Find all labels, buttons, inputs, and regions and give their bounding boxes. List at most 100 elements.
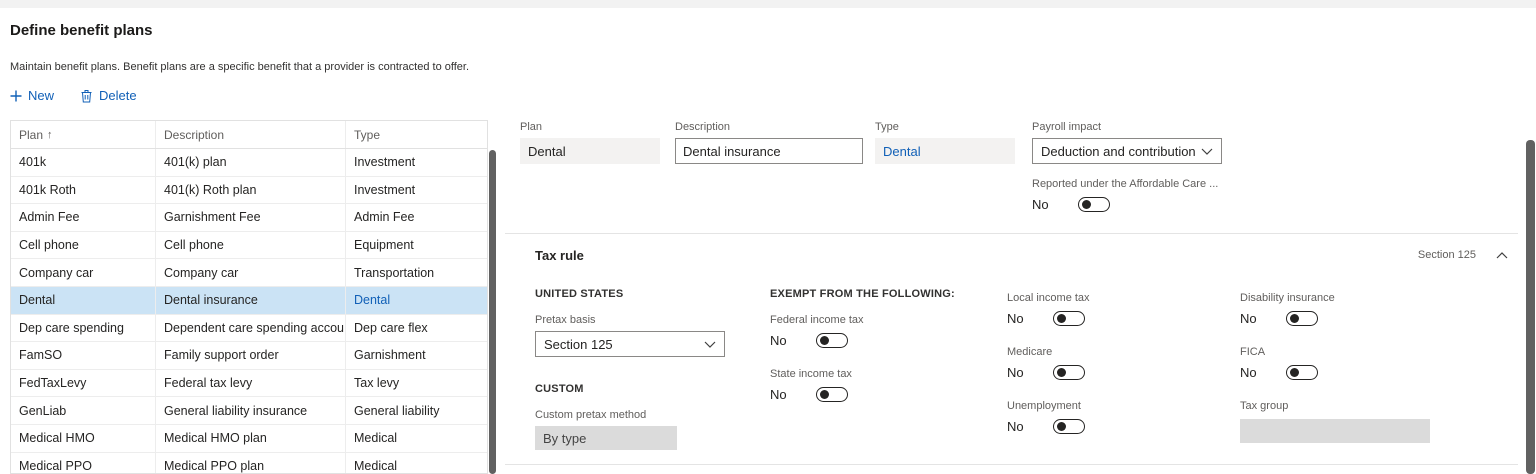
grid-scrollbar-thumb[interactable] bbox=[489, 150, 496, 474]
cell-type: Garnishment bbox=[354, 348, 426, 363]
table-row-selected[interactable]: Dental Dental insurance Dental bbox=[11, 286, 487, 315]
aca-toggle-value: No bbox=[1032, 197, 1049, 212]
federal-income-tax-toggle[interactable] bbox=[816, 333, 848, 348]
cell-description: 401(k) plan bbox=[156, 149, 346, 176]
payroll-impact-field: Payroll impact Deduction and contributio… bbox=[1032, 121, 1222, 164]
cell-type: Investment bbox=[354, 155, 416, 170]
table-row[interactable]: FamSO Family support order Garnishment bbox=[11, 342, 487, 370]
cell-plan: Medical HMO bbox=[11, 424, 156, 452]
description-field-label: Description bbox=[675, 121, 731, 133]
unemployment-item: Unemployment No bbox=[1007, 400, 1197, 434]
cell-description: Federal tax levy bbox=[156, 369, 346, 397]
type-field: Type Dental bbox=[875, 121, 1015, 164]
pretax-basis-label: Pretax basis bbox=[535, 314, 596, 326]
column-header-type[interactable]: Type bbox=[346, 121, 487, 148]
disability-insurance-toggle[interactable] bbox=[1286, 311, 1318, 326]
description-input[interactable] bbox=[675, 138, 863, 164]
column-header-type-label: Type bbox=[354, 127, 381, 142]
table-row[interactable]: Company car Company car Transportation bbox=[11, 259, 487, 287]
page-subtitle: Maintain benefit plans. Benefit plans ar… bbox=[10, 61, 470, 73]
state-income-tax-toggle[interactable] bbox=[816, 387, 848, 402]
cell-type: Equipment bbox=[354, 238, 414, 253]
medicare-label: Medicare bbox=[1007, 346, 1053, 358]
unemployment-value: No bbox=[1007, 419, 1024, 434]
table-row[interactable]: Dep care spending Dependent care spendin… bbox=[11, 314, 487, 343]
table-row[interactable]: FedTaxLevy Federal tax levy Tax levy bbox=[11, 369, 487, 398]
benefit-plans-grid: Plan ↑ Description Type 401k 401(k) plan… bbox=[10, 120, 488, 474]
collapse-section-button[interactable] bbox=[1496, 251, 1508, 259]
plus-icon bbox=[10, 90, 22, 101]
tax-group-input bbox=[1240, 419, 1430, 443]
cell-description: Dental insurance bbox=[156, 286, 346, 314]
toggle-knob bbox=[1290, 314, 1299, 323]
table-row[interactable]: Medical HMO Medical HMO plan Medical bbox=[11, 424, 487, 453]
cell-type: Medical bbox=[354, 458, 398, 473]
cell-type: Admin Fee bbox=[354, 210, 415, 225]
type-field-label: Type bbox=[875, 121, 899, 133]
disability-insurance-value: No bbox=[1240, 311, 1257, 326]
toggle-knob bbox=[820, 390, 829, 399]
toggle-knob bbox=[820, 336, 829, 345]
top-strip bbox=[0, 0, 1536, 8]
table-row[interactable]: 401k 401(k) plan Investment bbox=[11, 149, 487, 177]
pretax-basis-select[interactable]: Section 125 bbox=[535, 331, 725, 357]
cell-description: Company car bbox=[156, 259, 346, 286]
cell-plan: Medical PPO bbox=[11, 452, 156, 473]
state-income-tax-value: No bbox=[770, 387, 787, 402]
payroll-impact-select[interactable]: Deduction and contribution bbox=[1032, 138, 1222, 164]
table-row[interactable]: 401k Roth 401(k) Roth plan Investment bbox=[11, 176, 487, 205]
disability-insurance-item: Disability insurance No bbox=[1240, 292, 1430, 326]
plan-input[interactable]: Dental bbox=[520, 138, 660, 164]
medicare-toggle[interactable] bbox=[1053, 365, 1085, 380]
cell-plan: Dental bbox=[11, 286, 156, 314]
tax-rule-column-3: Local income tax No Medicare No Unemploy… bbox=[1007, 292, 1197, 454]
delete-button[interactable]: Delete bbox=[80, 88, 137, 103]
column-header-description-label: Description bbox=[164, 127, 225, 142]
fica-toggle[interactable] bbox=[1286, 365, 1318, 380]
aca-field: Reported under the Affordable Care ... N… bbox=[1032, 178, 1272, 212]
cell-type: Dental bbox=[354, 293, 391, 308]
exempt-heading: EXEMPT FROM THE FOLLOWING: bbox=[770, 288, 955, 300]
payroll-impact-label: Payroll impact bbox=[1032, 121, 1102, 133]
table-row[interactable]: Admin Fee Garnishment Fee Admin Fee bbox=[11, 204, 487, 232]
cell-type: Investment bbox=[354, 182, 416, 197]
column-header-plan[interactable]: Plan ↑ bbox=[11, 121, 156, 148]
united-states-heading: UNITED STATES bbox=[535, 288, 624, 300]
delete-button-label: Delete bbox=[99, 88, 137, 103]
unemployment-toggle[interactable] bbox=[1053, 419, 1085, 434]
column-header-description[interactable]: Description bbox=[156, 121, 346, 148]
custom-pretax-method-input: By type bbox=[535, 426, 677, 450]
aca-label: Reported under the Affordable Care ... bbox=[1032, 178, 1219, 190]
tax-rule-title: Tax rule bbox=[535, 247, 584, 263]
aca-toggle[interactable] bbox=[1078, 197, 1110, 212]
cell-description: Medical HMO plan bbox=[156, 424, 346, 452]
grid-header-row: Plan ↑ Description Type bbox=[11, 121, 487, 149]
chevron-up-icon bbox=[1496, 251, 1508, 258]
fica-value: No bbox=[1240, 365, 1257, 380]
cell-plan: FedTaxLevy bbox=[11, 369, 156, 397]
cell-plan: Company car bbox=[11, 259, 156, 286]
description-field: Description bbox=[675, 121, 863, 164]
page-scrollbar-thumb[interactable] bbox=[1526, 140, 1535, 474]
cell-type: Medical bbox=[354, 431, 398, 446]
new-button[interactable]: New bbox=[10, 88, 54, 103]
section-divider bbox=[505, 464, 1518, 465]
payroll-impact-value: Deduction and contribution bbox=[1041, 143, 1196, 159]
table-row[interactable]: Cell phone Cell phone Equipment bbox=[11, 231, 487, 260]
cell-plan: FamSO bbox=[11, 342, 156, 369]
disability-insurance-label: Disability insurance bbox=[1240, 292, 1335, 304]
local-income-tax-toggle[interactable] bbox=[1053, 311, 1085, 326]
toggle-knob bbox=[1290, 368, 1299, 377]
chevron-down-icon bbox=[704, 341, 716, 348]
table-row[interactable]: Medical PPO Medical PPO plan Medical bbox=[11, 452, 487, 473]
tax-rule-section-header[interactable]: Tax rule Section 125 bbox=[505, 244, 1518, 266]
federal-income-tax-value: No bbox=[770, 333, 787, 348]
column-header-plan-label: Plan bbox=[19, 127, 44, 142]
cell-description: Garnishment Fee bbox=[156, 204, 346, 231]
table-row[interactable]: GenLiab General liability insurance Gene… bbox=[11, 397, 487, 425]
type-link[interactable]: Dental bbox=[875, 138, 1015, 164]
toggle-knob bbox=[1057, 422, 1066, 431]
cell-description: Family support order bbox=[156, 342, 346, 369]
cell-plan: Admin Fee bbox=[11, 204, 156, 231]
unemployment-label: Unemployment bbox=[1007, 400, 1081, 412]
